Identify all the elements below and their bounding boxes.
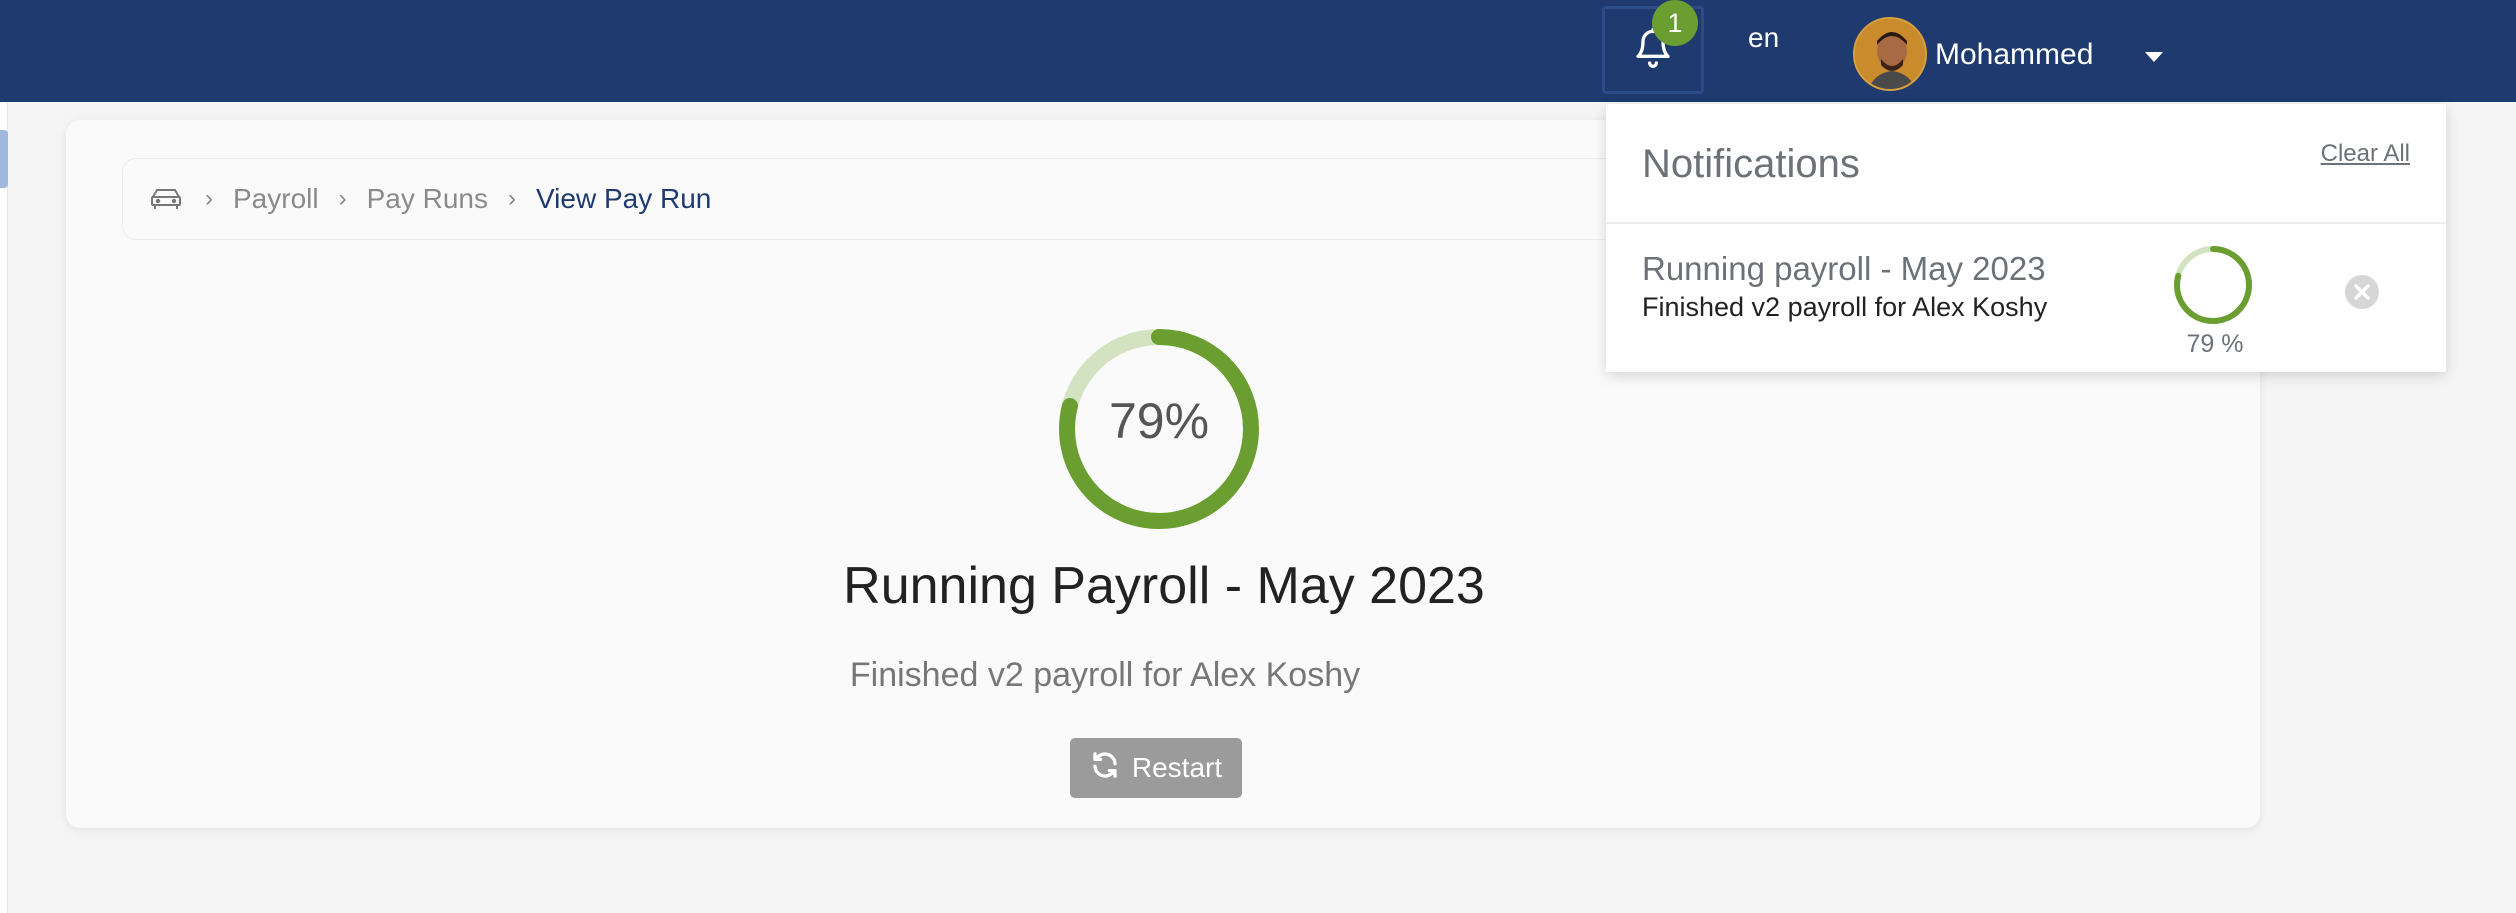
restart-label: Restart xyxy=(1131,752,1223,783)
language-selector[interactable]: en xyxy=(1748,22,1779,54)
page-title: Running Payroll - May 2023 xyxy=(843,557,1485,615)
progress-percent: 79% xyxy=(1108,393,1210,449)
close-circle-icon[interactable] xyxy=(2344,274,2380,310)
notifications-panel: Notifications Clear All Running payroll … xyxy=(1606,104,2446,372)
caret-down-icon[interactable] xyxy=(2145,52,2163,62)
notifications-title: Notifications xyxy=(1642,142,1860,186)
chevron-right-icon: › xyxy=(508,185,516,212)
notification-progress-percent: 79 % xyxy=(2186,330,2244,358)
breadcrumb-item-view-pay-run: View Pay Run xyxy=(536,183,712,214)
clear-all-link[interactable]: Clear All xyxy=(2321,140,2410,168)
sidebar-edge xyxy=(0,102,8,913)
chevron-right-icon: › xyxy=(338,185,347,212)
avatar[interactable] xyxy=(1853,17,1927,91)
restart-button[interactable]: Restart xyxy=(1070,738,1242,798)
home-icon[interactable] xyxy=(149,185,183,213)
top-navigation-bar xyxy=(0,0,2516,102)
breadcrumb: › Payroll › Pay Runs › View Pay Run xyxy=(122,158,1642,240)
user-name[interactable]: Mohammed xyxy=(1935,38,2093,72)
chevron-right-icon: › xyxy=(205,185,213,212)
breadcrumb-item-payroll[interactable]: Payroll xyxy=(233,183,319,215)
notification-item-subtitle: Finished v2 payroll for Alex Koshy xyxy=(1642,292,2048,322)
notification-progress-ring xyxy=(2174,246,2252,324)
divider xyxy=(1606,222,2446,224)
notification-item-title[interactable]: Running payroll - May 2023 xyxy=(1642,250,2046,288)
refresh-icon xyxy=(1090,750,1120,787)
progress-status-text: Finished v2 payroll for Alex Koshy xyxy=(849,656,1361,694)
breadcrumb-item-pay-runs[interactable]: Pay Runs xyxy=(367,183,488,215)
notification-count-badge: 1 xyxy=(1652,0,1698,46)
sidebar-toggle-tab[interactable] xyxy=(0,130,8,188)
